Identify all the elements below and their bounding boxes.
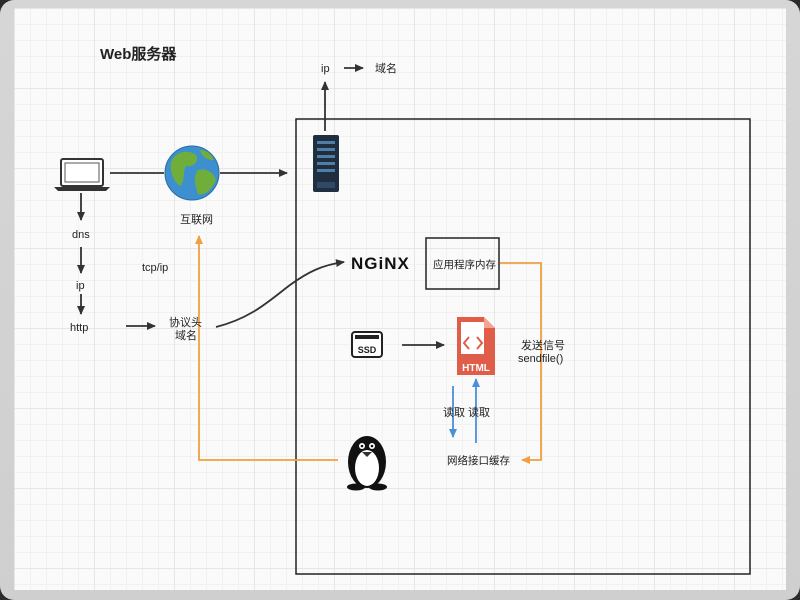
curve-protocol-to-nginx [215,259,345,328]
globe-icon [164,145,220,201]
page-title: Web服务器 [100,45,177,63]
label-sendfile: sendfile() [518,353,563,365]
label-read-1: 读取 [443,405,465,419]
laptop-icon [54,158,110,191]
label-read-2: 读取 [468,405,490,419]
label-ip-top: ip [321,63,330,75]
dark-arrows [77,64,445,349]
label-ip-left: ip [76,280,85,292]
label-domain-top: 域名 [375,61,397,75]
html-file-icon: HTML [457,317,495,375]
svg-text:HTML: HTML [462,363,490,374]
label-send-signal: 发送信号 [521,338,565,352]
label-nic-buffer: 网络接口缓存 [447,454,510,467]
web-server-diagram: Web服务器 SSD HTML ip 域名 互联网 dns ip http tc… [54,45,751,575]
label-dns: dns [72,229,90,241]
label-app-memory: 应用程序内存 [433,258,496,271]
label-tcp-ip: tcp/ip [142,262,168,274]
label-internet: 互联网 [180,213,213,226]
server-rack-icon [313,135,339,192]
label-protocol-head: 协议头 [169,315,202,329]
linux-penguin-icon [347,436,387,491]
nginx-logo: NGiNX [351,254,410,273]
ssd-icon: SSD [351,331,383,358]
label-http: http [70,322,88,334]
label-domain-mid: 域名 [175,328,197,342]
svg-text:SSD: SSD [358,345,377,355]
